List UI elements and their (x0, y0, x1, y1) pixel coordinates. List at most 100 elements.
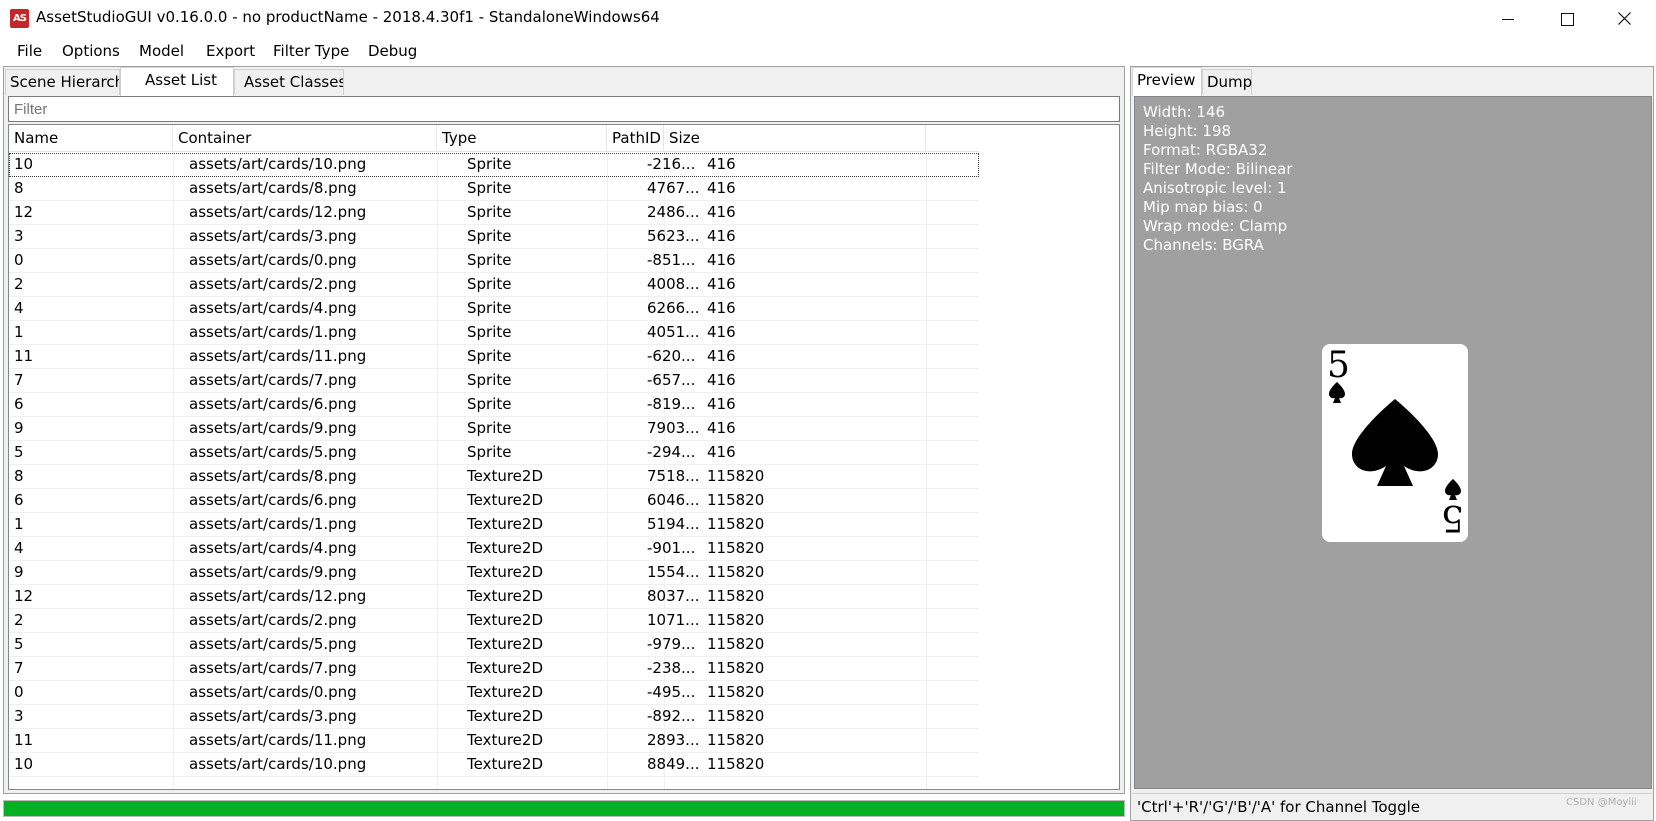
cell-size: 115820 (707, 683, 765, 701)
cell-size: 416 (707, 179, 736, 197)
cell-name: 5 (14, 635, 24, 653)
tab-preview[interactable]: Preview (1132, 67, 1202, 96)
table-row[interactable]: 2 assets/art/cards/2.png Texture2D 1071... 1… (9, 609, 979, 633)
cell-container: assets/art/cards/3.png (189, 707, 357, 725)
table-row[interactable]: 6 assets/art/cards/6.png Sprite -819... 416 (9, 393, 979, 417)
cell-pathid: 6266... (647, 299, 700, 317)
table-row[interactable]: 11 assets/art/cards/11.png Sprite -620... 41… (9, 345, 979, 369)
menu-model[interactable]: Model (139, 42, 184, 60)
cell-name: 3 (14, 707, 24, 725)
cell-size: 416 (707, 275, 736, 293)
column-header-container[interactable]: Container (173, 125, 437, 151)
cell-type: Sprite (467, 203, 512, 221)
cell-pathid: -819... (647, 395, 696, 413)
cell-size: 416 (707, 227, 736, 245)
table-row[interactable]: 5 assets/art/cards/5.png Texture2D -979... 1… (9, 633, 979, 657)
minimize-button[interactable] (1480, 0, 1536, 37)
info-mipmap-bias: Mip map bias: 0 (1143, 198, 1263, 216)
column-header-type[interactable]: Type (437, 125, 607, 151)
table-row[interactable]: 3 assets/art/cards/3.png Sprite 5623... 416 (9, 225, 979, 249)
cell-name: 6 (14, 395, 24, 413)
cell-name: 0 (14, 683, 24, 701)
cell-container: assets/art/cards/11.png (189, 731, 367, 749)
table-row[interactable]: 12 assets/art/cards/12.png Texture2D 8037..… (9, 585, 979, 609)
menu-file[interactable]: File (17, 42, 42, 60)
table-row[interactable]: 10 assets/art/cards/10.png Sprite -216... 41… (9, 153, 979, 177)
cell-container: assets/art/cards/5.png (189, 635, 357, 653)
info-wrap-mode: Wrap mode: Clamp (1143, 217, 1288, 235)
cell-pathid: 4008... (647, 275, 700, 293)
asset-list-view[interactable]: Name Container Type PathID Size 10 assets… (8, 124, 1120, 790)
cell-container: assets/art/cards/9.png (189, 563, 357, 581)
table-row[interactable]: 6 assets/art/cards/6.png Texture2D 6046... 1… (9, 489, 979, 513)
table-row[interactable]: 4 assets/art/cards/4.png Sprite 6266... 416 (9, 297, 979, 321)
tab-dump[interactable]: Dump (1202, 69, 1252, 95)
progress-fill (4, 801, 1124, 816)
menu-debug[interactable]: Debug (368, 42, 417, 60)
table-row[interactable]: 3 assets/art/cards/3.png Texture2D -892... 1… (9, 705, 979, 729)
cell-container: assets/art/cards/6.png (189, 491, 357, 509)
cell-size: 115820 (707, 731, 765, 749)
maximize-button[interactable] (1538, 0, 1594, 37)
table-row[interactable]: 8 assets/art/cards/8.png Sprite 4767... 416 (9, 177, 979, 201)
progress-bar (3, 800, 1125, 817)
table-row[interactable]: 10 assets/art/cards/10.png Texture2D 8849..… (9, 753, 979, 777)
cell-type: Texture2D (467, 659, 544, 677)
cell-type: Sprite (467, 179, 512, 197)
table-row[interactable]: 8 assets/art/cards/8.png Texture2D 7518... 1… (9, 465, 979, 489)
cell-size: 115820 (707, 587, 765, 605)
table-row[interactable]: 1 assets/art/cards/1.png Texture2D 5194... 1… (9, 513, 979, 537)
cell-type: Sprite (467, 275, 512, 293)
table-row[interactable]: 12 assets/art/cards/12.png Sprite 2486... 41… (9, 201, 979, 225)
menu-filter-type[interactable]: Filter Type (273, 42, 349, 60)
cell-name: 9 (14, 563, 24, 581)
column-header-name[interactable]: Name (9, 125, 173, 151)
table-row[interactable]: 4 assets/art/cards/4.png Texture2D -901... 1… (9, 537, 979, 561)
table-row[interactable]: 7 assets/art/cards/7.png Texture2D -238... 1… (9, 657, 979, 681)
info-filter-mode: Filter Mode: Bilinear (1143, 160, 1293, 178)
table-row[interactable]: 5 assets/art/cards/5.png Sprite -294... 416 (9, 441, 979, 465)
cell-type: Texture2D (467, 539, 544, 557)
cell-size: 115820 (707, 515, 765, 533)
card-rank-bottom: 5 (1441, 497, 1464, 538)
card-rank-top: 5 (1327, 345, 1350, 386)
preview-panel: Preview Dump Width: 146 Height: 198 Form… (1130, 66, 1654, 821)
cell-size: 115820 (707, 755, 765, 773)
table-row[interactable]: 1 assets/art/cards/1.png Sprite 4051... 416 (9, 321, 979, 345)
cell-pathid: -892... (647, 707, 696, 725)
cell-container: assets/art/cards/10.png (189, 755, 367, 773)
table-row[interactable]: 9 assets/art/cards/9.png Texture2D 1554... 1… (9, 561, 979, 585)
column-header-pathid[interactable]: PathID (607, 125, 664, 151)
cell-type: Sprite (467, 395, 512, 413)
cell-container: assets/art/cards/9.png (189, 419, 357, 437)
menu-options[interactable]: Options (62, 42, 120, 60)
tab-asset-list[interactable]: Asset List (120, 67, 234, 96)
filter-input[interactable] (8, 96, 1120, 122)
column-header-size[interactable]: Size (664, 125, 926, 151)
menu-export[interactable]: Export (206, 42, 255, 60)
cell-size: 416 (707, 203, 736, 221)
cell-pathid: 7518... (647, 467, 700, 485)
cell-size: 416 (707, 299, 736, 317)
info-channels: Channels: BGRA (1143, 236, 1264, 254)
cell-name: 3 (14, 227, 24, 245)
tab-asset-classes[interactable]: Asset Classes (234, 69, 344, 95)
cell-type: Texture2D (467, 731, 544, 749)
table-row[interactable]: 0 assets/art/cards/0.png Sprite -851... 416 (9, 249, 979, 273)
watermark: CSDN @Moyiii (1566, 797, 1637, 808)
cell-container: assets/art/cards/1.png (189, 515, 357, 533)
table-row[interactable]: 0 assets/art/cards/0.png Texture2D -495... 1… (9, 681, 979, 705)
spade-icon: 5 5 (1327, 345, 1464, 538)
cell-name: 1 (14, 515, 24, 533)
cell-pathid: 7903... (647, 419, 700, 437)
table-row[interactable]: 9 assets/art/cards/9.png Sprite 7903... 416 (9, 417, 979, 441)
close-button[interactable] (1596, 0, 1652, 37)
cell-pathid: -238... (647, 659, 696, 677)
info-anisotropic: Anisotropic level: 1 (1143, 179, 1287, 197)
tab-scene-hierarchy[interactable]: Scene Hierarchy (5, 69, 120, 95)
cell-name: 0 (14, 251, 24, 269)
table-row[interactable]: 2 assets/art/cards/2.png Sprite 4008... 416 (9, 273, 979, 297)
cell-size: 416 (707, 443, 736, 461)
table-row[interactable]: 11 assets/art/cards/11.png Texture2D 2893..… (9, 729, 979, 753)
table-row[interactable]: 7 assets/art/cards/7.png Sprite -657... 416 (9, 369, 979, 393)
